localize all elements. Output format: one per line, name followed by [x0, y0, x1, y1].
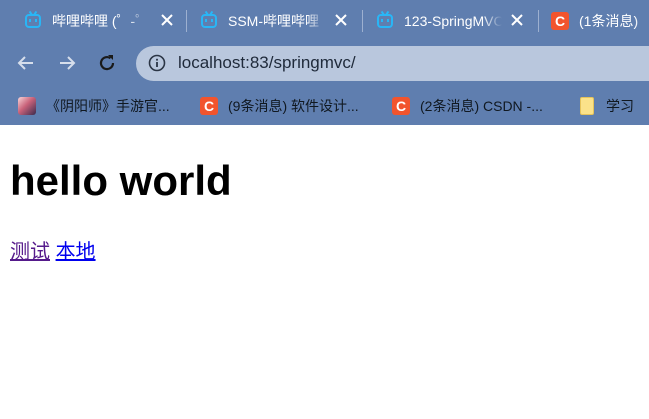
tab-csdn[interactable]: C (1条消息): [551, 0, 649, 41]
bookmark-label: 《阴阳师》手游官...: [46, 97, 170, 114]
bilibili-icon: [24, 12, 42, 30]
bilibili-icon: [200, 12, 218, 30]
csdn-icon: C: [551, 11, 569, 30]
bilibili-icon: [376, 12, 394, 30]
tab-separator: [186, 10, 187, 32]
address-url: localhost:83/springmvc/: [178, 53, 356, 72]
test-link[interactable]: 测试: [10, 241, 50, 263]
browser-chrome: 哔哩哔哩 (゜-゜)つロ 干杯 SSM-哔哩哔哩 123-SpringMVC C…: [0, 0, 649, 125]
bookmark-label: (9条消息) 软件设计...: [228, 97, 359, 114]
link-row: 测试 本地: [10, 235, 96, 264]
bookmark-folder-study[interactable]: 学习: [578, 86, 634, 125]
tab-separator: [538, 10, 539, 32]
csdn-icon: C: [392, 96, 410, 115]
page-heading: hello world: [10, 157, 232, 204]
reload-icon[interactable]: [94, 50, 120, 76]
csdn-icon: C: [200, 96, 218, 115]
tab-title: 123-SpringMVC: [404, 12, 502, 29]
local-link[interactable]: 本地: [56, 241, 96, 263]
close-icon[interactable]: [508, 11, 526, 29]
tab-bilibili-home[interactable]: 哔哩哔哩 (゜-゜)つロ 干杯: [24, 0, 184, 41]
folder-icon: [578, 96, 596, 115]
forward-arrow-icon[interactable]: [54, 50, 80, 76]
onmyoji-icon: [18, 96, 36, 115]
tab-title: SSM-哔哩哔哩: [228, 12, 319, 29]
bookmark-csdn-1[interactable]: C (9条消息) 软件设计...: [200, 86, 359, 125]
tab-strip: 哔哩哔哩 (゜-゜)つロ 干杯 SSM-哔哩哔哩 123-SpringMVC C…: [0, 0, 649, 41]
bookmark-label: (2条消息) CSDN -...: [420, 97, 543, 114]
back-arrow-icon[interactable]: [13, 50, 39, 76]
tab-springmvc[interactable]: 123-SpringMVC: [376, 0, 536, 41]
tab-title: 哔哩哔哩 (゜-゜)つロ 干杯: [52, 12, 147, 29]
browser-toolbar: localhost:83/springmvc/: [0, 41, 649, 86]
site-info-icon[interactable]: [148, 54, 166, 72]
bookmark-csdn-2[interactable]: C (2条消息) CSDN -...: [392, 86, 543, 125]
bookmark-onmyoji[interactable]: 《阴阳师》手游官...: [18, 86, 170, 125]
bookmark-label: 学习: [606, 97, 634, 114]
close-icon[interactable]: [158, 11, 176, 29]
tab-ssm[interactable]: SSM-哔哩哔哩: [200, 0, 360, 41]
tab-separator: [362, 10, 363, 32]
close-icon[interactable]: [332, 11, 350, 29]
address-bar[interactable]: localhost:83/springmvc/: [136, 46, 649, 81]
tab-title: (1条消息): [579, 12, 639, 29]
bookmarks-bar: 《阴阳师》手游官... C (9条消息) 软件设计... C (2条消息) CS…: [0, 86, 649, 125]
